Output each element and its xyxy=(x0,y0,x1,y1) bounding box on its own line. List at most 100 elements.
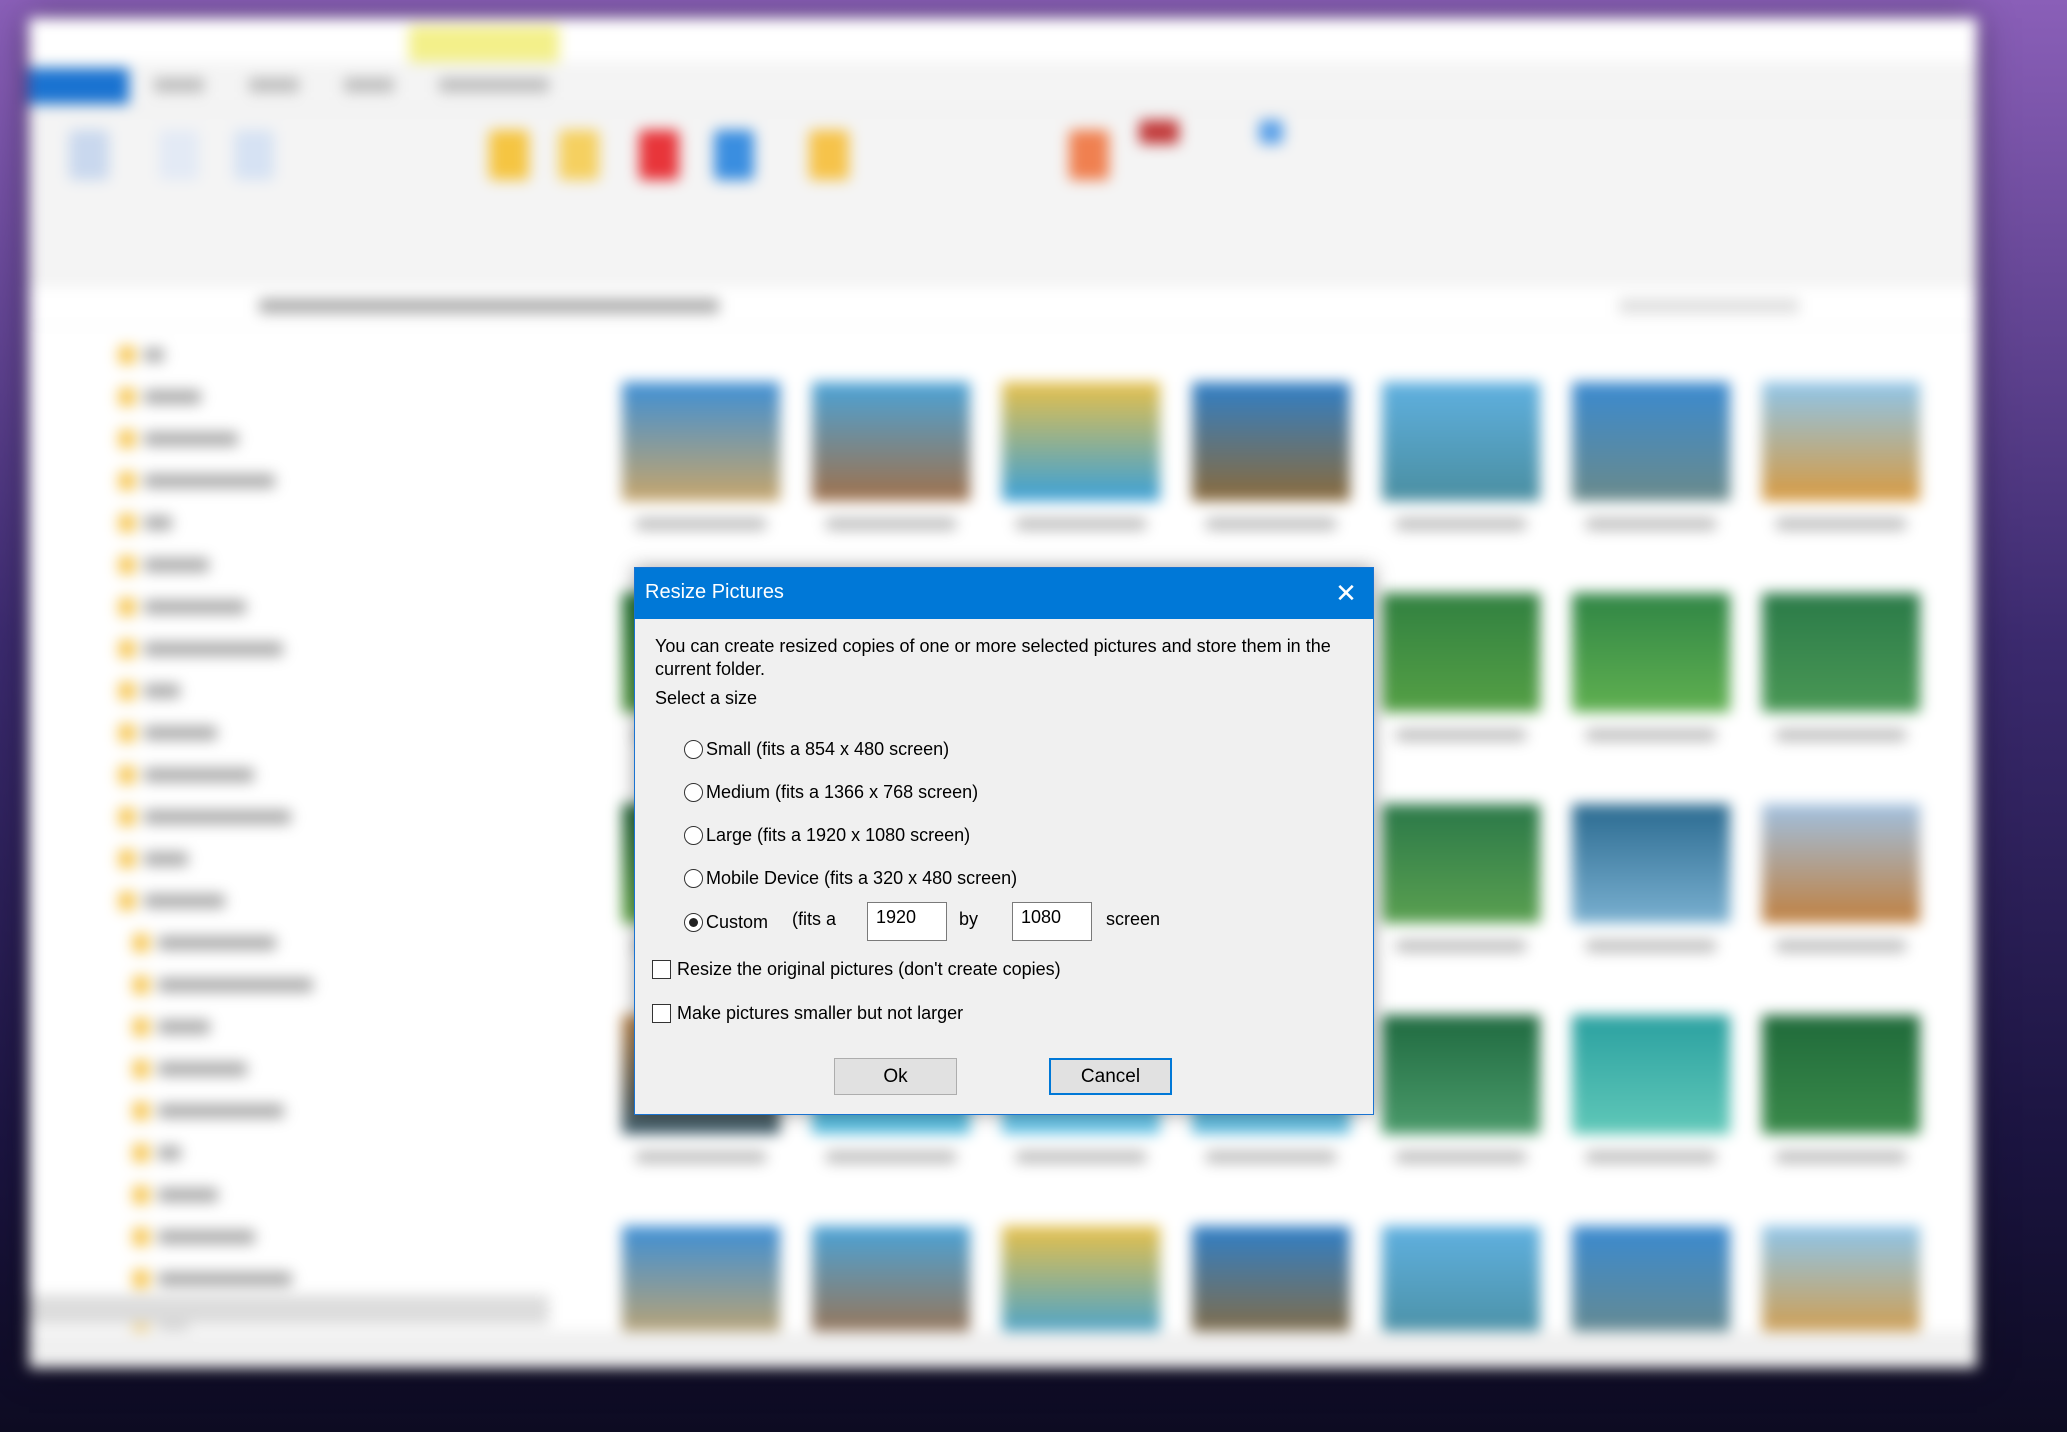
folder-name xyxy=(144,768,254,782)
folder-icon xyxy=(119,514,135,532)
image-thumbnail xyxy=(1762,804,1920,923)
folder-icon xyxy=(119,472,135,490)
ok-button[interactable]: Ok xyxy=(834,1058,957,1095)
custom-height-input[interactable] xyxy=(1012,902,1092,941)
image-thumbnail xyxy=(1572,804,1730,923)
delete-icon xyxy=(639,130,679,180)
image-thumbnail xyxy=(1572,1015,1730,1134)
radio-medium[interactable] xyxy=(684,783,703,802)
folder-icon xyxy=(119,430,135,448)
open-icon xyxy=(1139,120,1179,144)
folder-icon xyxy=(133,1270,149,1288)
thumbnail-caption xyxy=(1396,729,1526,741)
tab-home xyxy=(154,78,204,92)
manage-tab xyxy=(409,26,559,62)
folder-name xyxy=(144,558,209,572)
paste-icon xyxy=(234,130,274,180)
dialog-title-bar: Resize Pictures xyxy=(635,568,1373,619)
folder-name xyxy=(144,810,291,824)
option-medium-label[interactable]: Medium (fits a 1366 x 768 screen) xyxy=(706,782,978,803)
thumbnail-caption xyxy=(1206,518,1336,530)
properties-icon xyxy=(1069,130,1109,180)
thumbnail-caption xyxy=(1586,1151,1716,1163)
folder-name xyxy=(144,432,238,446)
image-thumbnail xyxy=(1762,1226,1920,1345)
thumbnail-caption xyxy=(1776,518,1906,530)
thumbnail-caption xyxy=(1206,1151,1336,1163)
thumbnail-caption xyxy=(636,1151,766,1163)
file-tab xyxy=(29,68,129,104)
address-bar xyxy=(29,286,1977,326)
ribbon-tabs xyxy=(29,62,1977,110)
new-folder-icon xyxy=(809,130,849,180)
folder-icon xyxy=(133,1102,149,1120)
folder-name xyxy=(144,474,275,488)
image-thumbnail xyxy=(1192,1226,1350,1345)
folder-name xyxy=(144,684,180,698)
dialog-description: You can create resized copies of one or … xyxy=(655,636,1331,679)
close-icon[interactable]: ✕ xyxy=(1331,578,1361,608)
folder-name xyxy=(144,894,225,908)
breadcrumb xyxy=(259,299,719,313)
option-large-label[interactable]: Large (fits a 1920 x 1080 screen) xyxy=(706,825,970,846)
image-thumbnail xyxy=(622,382,780,501)
radio-mobile[interactable] xyxy=(684,869,703,888)
option-custom-label[interactable]: Custom xyxy=(706,912,768,933)
dialog-title: Resize Pictures xyxy=(645,581,784,603)
cancel-button[interactable]: Cancel xyxy=(1049,1058,1172,1095)
folder-icon xyxy=(133,1228,149,1246)
tab-picture-tools xyxy=(439,78,549,92)
image-thumbnail xyxy=(1382,1226,1540,1345)
image-thumbnail xyxy=(622,1226,780,1345)
search-box xyxy=(1619,299,1799,313)
resize-original-label[interactable]: Resize the original pictures (don't crea… xyxy=(677,959,1061,980)
image-thumbnail xyxy=(1762,382,1920,501)
fits-a-label: (fits a xyxy=(792,909,837,929)
by-label: by xyxy=(959,909,979,929)
radio-custom[interactable] xyxy=(684,913,703,932)
folder-name xyxy=(144,390,201,404)
thumbnail-caption xyxy=(1396,518,1526,530)
thumbnail-caption xyxy=(1396,940,1526,952)
thumbnail-caption xyxy=(636,518,766,530)
folder-name xyxy=(144,852,188,866)
thumbnail-caption xyxy=(1586,729,1716,741)
image-thumbnail xyxy=(1762,593,1920,712)
image-thumbnail xyxy=(1192,382,1350,501)
thumbnail-caption xyxy=(1016,1151,1146,1163)
folder-name xyxy=(144,600,246,614)
folder-name xyxy=(158,1230,255,1244)
thumbnail-caption xyxy=(826,1151,956,1163)
rename-icon xyxy=(714,130,754,180)
image-thumbnail xyxy=(1382,382,1540,501)
smaller-not-larger-label[interactable]: Make pictures smaller but not larger xyxy=(677,1003,963,1024)
status-bar xyxy=(29,1331,1977,1368)
folder-icon xyxy=(133,1144,149,1162)
copy-icon xyxy=(159,130,199,180)
image-thumbnail xyxy=(1382,1015,1540,1134)
image-thumbnail xyxy=(1002,382,1160,501)
title-bar xyxy=(29,18,1977,62)
option-small-label[interactable]: Small (fits a 854 x 480 screen) xyxy=(706,739,949,760)
resize-original-checkbox[interactable] xyxy=(652,960,671,979)
thumbnail-caption xyxy=(1586,518,1716,530)
tab-view xyxy=(344,78,394,92)
custom-width-input[interactable] xyxy=(867,902,947,941)
smaller-not-larger-checkbox[interactable] xyxy=(652,1004,671,1023)
radio-large[interactable] xyxy=(684,826,703,845)
ribbon xyxy=(29,110,1977,285)
folder-icon xyxy=(119,682,135,700)
folder-name xyxy=(144,726,217,740)
folder-icon xyxy=(133,1018,149,1036)
image-thumbnail xyxy=(1572,593,1730,712)
image-thumbnail xyxy=(1572,382,1730,501)
option-mobile-label[interactable]: Mobile Device (fits a 320 x 480 screen) xyxy=(706,868,1017,889)
radio-small[interactable] xyxy=(684,740,703,759)
folder-name xyxy=(158,1104,284,1118)
folder-name xyxy=(144,348,164,362)
folder-icon xyxy=(133,1186,149,1204)
resize-pictures-dialog: Resize Pictures ✕ You can create resized… xyxy=(634,567,1374,1115)
copy-to-icon xyxy=(559,130,599,180)
folder-icon xyxy=(119,892,135,910)
folder-name xyxy=(158,936,276,950)
